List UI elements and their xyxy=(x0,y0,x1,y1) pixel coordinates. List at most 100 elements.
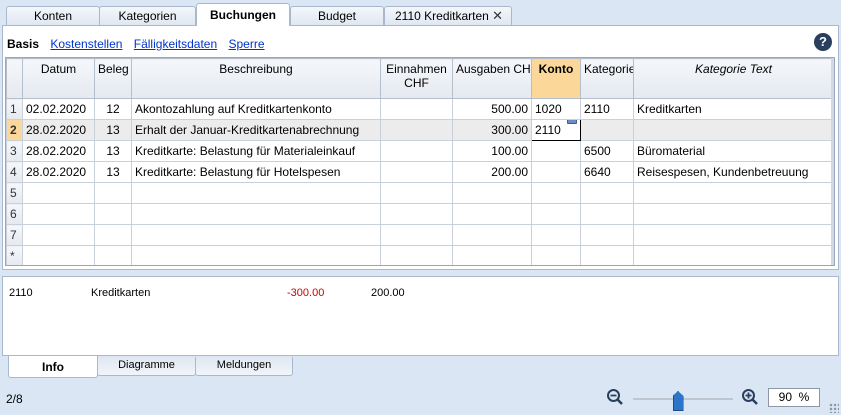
info-amount-negative: -300.00 xyxy=(287,287,325,299)
col-header-kategorie-text[interactable]: Kategorie Text xyxy=(633,58,834,99)
cell-ausgaben[interactable]: 300.00 xyxy=(452,119,532,141)
cell-value: 2110 xyxy=(535,123,561,137)
cell-konto[interactable]: 1020 xyxy=(531,98,581,120)
cell-konto-editing[interactable]: 2110 xyxy=(531,119,581,141)
page-indicator: 2/8 xyxy=(6,392,23,406)
cell-konto[interactable] xyxy=(531,140,581,162)
row-number[interactable]: 4 xyxy=(6,161,23,183)
cell-einnahmen[interactable] xyxy=(380,161,453,183)
tab-label: Konten xyxy=(33,9,73,23)
cell-kategorie[interactable]: 6500 xyxy=(580,140,634,162)
cell-datum[interactable]: 02.02.2020 xyxy=(22,98,95,120)
cell-beschreibung[interactable]: Kreditkarte: Belastung für Hotelspesen xyxy=(131,161,381,183)
tab-label: Diagramme xyxy=(118,359,175,371)
cell-ausgaben[interactable]: 200.00 xyxy=(452,161,532,183)
tab-label: Meldungen xyxy=(216,359,272,371)
view-basis[interactable]: Basis xyxy=(7,37,39,51)
tab-meldungen[interactable]: Meldungen xyxy=(195,357,293,376)
row-number[interactable]: 3 xyxy=(6,140,23,162)
col-header-beschreibung[interactable]: Beschreibung xyxy=(131,58,381,99)
resize-grip-icon[interactable] xyxy=(829,403,839,413)
close-icon[interactable]: ✕ xyxy=(492,7,503,25)
zoom-out-icon[interactable] xyxy=(606,388,624,406)
cell-ausgaben[interactable]: 500.00 xyxy=(452,98,532,120)
view-faelligkeitsdaten[interactable]: Fälligkeitsdaten xyxy=(134,37,217,51)
tab-diagramme[interactable]: Diagramme xyxy=(97,357,196,376)
tab-buchungen[interactable]: Buchungen xyxy=(196,3,290,26)
cell-beleg[interactable]: 12 xyxy=(94,98,132,120)
cell-konto[interactable] xyxy=(531,161,581,183)
cell-kategorie-text[interactable] xyxy=(633,119,834,141)
table-row-empty[interactable]: 7 xyxy=(6,224,834,246)
row-number[interactable]: * xyxy=(6,245,23,265)
tab-budget[interactable]: Budget xyxy=(290,6,384,25)
table-row-empty[interactable]: 6 xyxy=(6,203,834,225)
info-panel: 2110 Kreditkarten -300.00 200.00 xyxy=(2,276,839,356)
info-account-name: Kreditkarten xyxy=(91,287,151,299)
cell-ausgaben[interactable]: 100.00 xyxy=(452,140,532,162)
cell-beschreibung[interactable]: Kreditkarte: Belastung für Materialeinka… xyxy=(131,140,381,162)
cell-datum[interactable]: 28.02.2020 xyxy=(22,119,95,141)
table-row-empty[interactable]: 5 xyxy=(6,182,834,204)
transactions-grid: Datum Beleg Beschreibung Einnahmen CHF A… xyxy=(5,57,835,266)
table-row[interactable]: 4 28.02.2020 13 Kreditkarte: Belastung f… xyxy=(6,161,834,183)
view-sperre[interactable]: Sperre xyxy=(229,37,265,51)
col-header-ausgaben[interactable]: Ausgaben CHF xyxy=(452,58,532,99)
row-number[interactable]: 1 xyxy=(6,98,23,120)
tab-label: Budget xyxy=(317,9,357,23)
cell-einnahmen[interactable] xyxy=(380,98,453,120)
view-kostenstellen[interactable]: Kostenstellen xyxy=(50,37,122,51)
zoom-unit: % xyxy=(798,390,810,404)
table-row[interactable]: 1 02.02.2020 12 Akontozahlung auf Kredit… xyxy=(6,98,834,120)
tab-info[interactable]: Info xyxy=(8,356,98,378)
cell-beschreibung[interactable]: Erhalt der Januar-Kreditkartenabrechnung xyxy=(131,119,381,141)
row-number[interactable]: 2 xyxy=(6,119,23,141)
info-account: 2110 xyxy=(9,287,33,299)
view-selector: Basis Kostenstellen Fälligkeitsdaten Spe… xyxy=(7,37,273,53)
tab-label: Buchungen xyxy=(210,8,276,22)
cell-kategorie-text[interactable]: Reisespesen, Kundenbetreuung xyxy=(633,161,834,183)
tab-kategorien[interactable]: Kategorien xyxy=(99,6,196,25)
transactions-panel: Basis Kostenstellen Fälligkeitsdaten Spe… xyxy=(2,25,839,270)
cell-beleg[interactable]: 13 xyxy=(94,161,132,183)
top-tab-bar: Konten Kategorien Buchungen Budget 2110 … xyxy=(0,0,841,26)
tab-label: Info xyxy=(42,360,64,374)
row-number[interactable]: 6 xyxy=(6,203,23,225)
cell-kategorie[interactable]: 2110 xyxy=(580,98,634,120)
col-header-konto[interactable]: Konto xyxy=(531,58,581,99)
zoom-level-field[interactable]: 90 % xyxy=(768,388,820,407)
tab-label: 2110 Kreditkarten xyxy=(395,9,489,23)
row-number[interactable]: 7 xyxy=(6,224,23,246)
col-header-einnahmen[interactable]: Einnahmen CHF xyxy=(380,58,453,99)
table-row-current[interactable]: 2 28.02.2020 13 Erhalt der Januar-Kredit… xyxy=(6,119,834,141)
cell-kategorie[interactable] xyxy=(580,119,634,141)
cell-beleg[interactable]: 13 xyxy=(94,140,132,162)
col-header-kategorie[interactable]: Kategorie xyxy=(580,58,634,99)
table-row-new[interactable]: * xyxy=(6,245,834,265)
cell-beleg[interactable]: 13 xyxy=(94,119,132,141)
corner-cell[interactable] xyxy=(6,58,23,99)
tab-label: Kategorien xyxy=(118,9,177,23)
help-icon[interactable]: ? xyxy=(814,33,832,51)
row-number[interactable]: 5 xyxy=(6,182,23,204)
zoom-in-icon[interactable] xyxy=(741,388,759,406)
cell-kategorie[interactable]: 6640 xyxy=(580,161,634,183)
cell-kategorie-text[interactable]: Kreditkarten xyxy=(633,98,834,120)
cell-beschreibung[interactable]: Akontozahlung auf Kreditkartenkonto xyxy=(131,98,381,120)
col-header-datum[interactable]: Datum xyxy=(22,58,95,99)
cell-datum[interactable]: 28.02.2020 xyxy=(22,161,95,183)
zoom-slider-thumb[interactable] xyxy=(672,391,684,411)
cell-datum[interactable]: 28.02.2020 xyxy=(22,140,95,162)
col-header-beleg[interactable]: Beleg xyxy=(94,58,132,99)
info-amount: 200.00 xyxy=(371,287,405,299)
cell-einnahmen[interactable] xyxy=(380,119,453,141)
cell-kategorie-text[interactable]: Büromaterial xyxy=(633,140,834,162)
header-row: Datum Beleg Beschreibung Einnahmen CHF A… xyxy=(6,58,834,99)
table-row[interactable]: 3 28.02.2020 13 Kreditkarte: Belastung f… xyxy=(6,140,834,162)
cell-einnahmen[interactable] xyxy=(380,140,453,162)
lookup-icon[interactable] xyxy=(567,120,577,124)
grid-scroll-edge[interactable] xyxy=(831,58,834,265)
tab-2110-kreditkarten[interactable]: 2110 Kreditkarten ✕ xyxy=(384,6,512,25)
zoom-value: 90 xyxy=(778,390,792,404)
tab-konten[interactable]: Konten xyxy=(6,6,100,25)
